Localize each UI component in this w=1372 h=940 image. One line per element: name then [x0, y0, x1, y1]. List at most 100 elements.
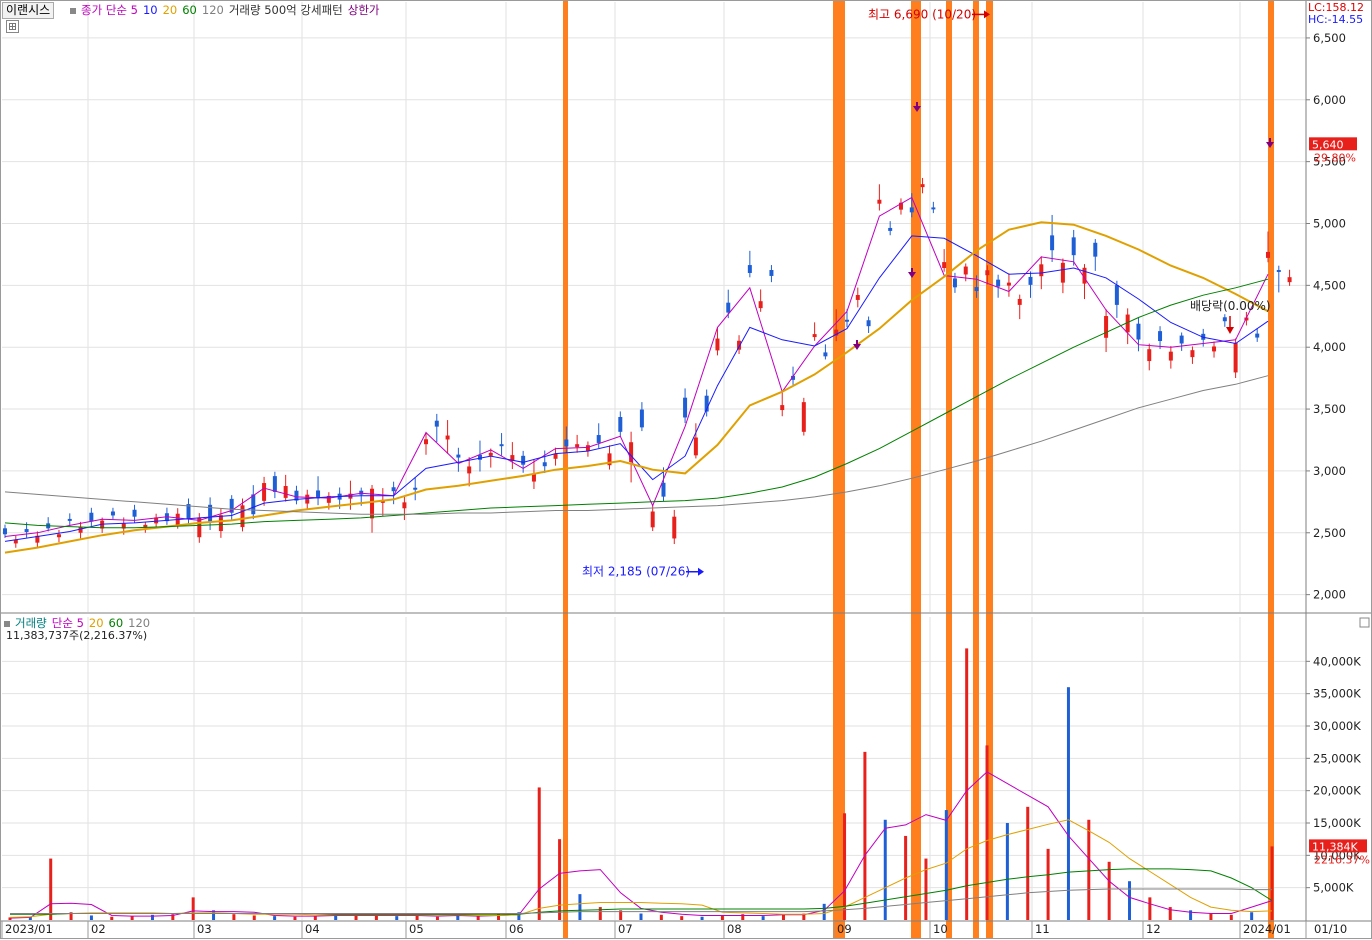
volume-bar	[720, 915, 724, 920]
candle-body	[866, 320, 871, 327]
legend-item[interactable]: 10	[143, 3, 158, 17]
legend-square-icon	[4, 620, 10, 627]
legend-item[interactable]: 단순 5	[52, 616, 84, 630]
candle-body	[467, 466, 472, 474]
volume-bar	[1250, 912, 1254, 920]
candle-body	[1222, 317, 1227, 322]
candle-body	[1017, 298, 1022, 305]
candle-body	[1255, 333, 1260, 338]
candle-body	[553, 453, 558, 459]
volume-bar	[537, 787, 541, 920]
legend-item[interactable]: 20	[89, 616, 104, 630]
y-tick-label: 4,000	[1313, 340, 1346, 354]
candle-body	[542, 462, 547, 467]
volume-bar	[944, 810, 948, 920]
x-tick-label: 06	[509, 922, 524, 936]
volume-bar	[313, 916, 317, 920]
candle-body	[1190, 350, 1195, 358]
volume-tick-label: 35,000K	[1313, 687, 1361, 701]
volume-bar	[1026, 806, 1030, 920]
last-volume-label: 11,384K	[1312, 840, 1358, 853]
candle-body	[747, 265, 752, 273]
candle-body	[3, 528, 7, 535]
y-tick-label: 5,000	[1313, 216, 1346, 230]
legend-item[interactable]: 60	[109, 616, 124, 630]
candle-body	[575, 444, 580, 448]
candle-body	[661, 482, 666, 497]
candle-body	[564, 439, 569, 447]
volume-bar	[89, 915, 93, 920]
volume-bar	[843, 813, 847, 920]
candle-body	[758, 301, 763, 309]
candle-body	[132, 509, 137, 517]
volume-bar	[476, 916, 480, 920]
volume-tick-label: 20,000K	[1313, 784, 1361, 798]
candle-body	[1233, 342, 1238, 373]
chart-canvas[interactable]: 2023/01 02 03 04 05 06 07 08 09 10 11 12 2024/01 01/1…	[0, 0, 1372, 940]
candle-body	[1147, 349, 1152, 362]
pattern-band	[911, 0, 921, 938]
stock-chart-window: 2023/01 02 03 04 05 06 07 08 09 10 11 12 2024/01 01/1…	[0, 0, 1372, 940]
legend-item[interactable]: 거래량 500억 강세패턴	[229, 3, 343, 17]
volume-bar	[232, 914, 236, 920]
x-tick-label: 10	[933, 922, 948, 936]
volume-bar	[659, 914, 663, 920]
volume-bar	[435, 916, 439, 920]
last-volume-ratio: 2216.37%	[1314, 853, 1370, 866]
x-tick-label: 09	[837, 922, 852, 936]
candle-body	[1114, 285, 1119, 305]
volume-bar	[395, 916, 399, 920]
candle-body	[639, 409, 644, 428]
candle-body	[931, 207, 936, 210]
x-tick-label: 12	[1146, 922, 1161, 936]
legend-item[interactable]: 20	[163, 3, 178, 17]
volume-bar	[558, 839, 562, 920]
candle-body	[596, 435, 601, 443]
candle-body	[952, 278, 957, 288]
volume-bar	[1046, 848, 1050, 920]
stock-name-box[interactable]: 이랜시스	[2, 2, 55, 19]
candle-body	[769, 270, 774, 276]
candle-body	[1093, 242, 1098, 257]
volume-bar	[700, 916, 704, 920]
main-legend[interactable]: 종가 단순 5 10 20 60 120 거래량 500억 강세패턴 상한가	[70, 3, 384, 18]
volume-bar	[578, 894, 582, 920]
y-tick-label: 6,000	[1313, 93, 1346, 107]
candle-body	[801, 402, 806, 432]
legend-item[interactable]: 거래량	[15, 616, 47, 630]
candle-body	[488, 452, 493, 456]
volume-bar	[130, 916, 134, 920]
candle-body	[1028, 276, 1033, 285]
volume-bar	[49, 858, 53, 920]
candle-body	[1276, 270, 1281, 272]
grid-toggle-icon[interactable]	[6, 20, 19, 33]
volume-bar	[863, 751, 867, 920]
candle-body	[618, 416, 623, 432]
legend-item[interactable]: 60	[182, 3, 197, 17]
candle-body	[920, 184, 925, 188]
candle-body	[855, 295, 860, 300]
volume-panel-button	[1359, 617, 1370, 628]
dividend-annotation: 배당락(0.00%)	[1190, 299, 1271, 313]
candle-body	[1158, 331, 1163, 342]
candle-body	[909, 207, 914, 213]
x-tick-label: 2024/01	[1243, 922, 1291, 936]
legend-item[interactable]: 120	[202, 3, 224, 17]
candle-body	[585, 445, 590, 452]
volume-bar	[1107, 861, 1111, 920]
legend-item[interactable]: 상한가	[348, 3, 380, 17]
candle-body	[24, 529, 29, 533]
x-tick-label: 02	[91, 922, 106, 936]
volume-bar	[761, 916, 765, 920]
volume-tick-label: 30,000K	[1313, 719, 1361, 733]
x-tick-label: 04	[305, 922, 320, 936]
volume-bar	[456, 915, 460, 920]
legend-item[interactable]: 120	[128, 616, 150, 630]
candle-body	[1060, 262, 1065, 283]
candle-body	[110, 511, 115, 516]
candle-body	[359, 490, 364, 495]
candle-body	[456, 454, 461, 458]
volume-bar	[1066, 687, 1070, 920]
legend-item[interactable]: 종가 단순 5	[81, 3, 138, 17]
y-tick-label: 4,500	[1313, 278, 1346, 292]
